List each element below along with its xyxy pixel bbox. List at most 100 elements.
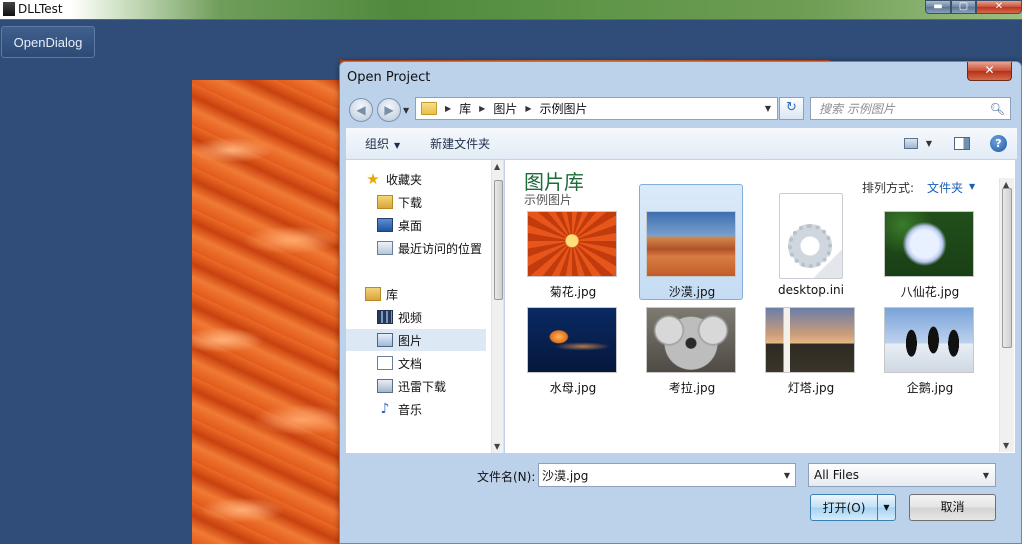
breadcrumb-item-sample-pictures[interactable]: 示例图片 [540,100,588,117]
nav-libraries-label: 库 [386,287,399,302]
file-name: 水母.jpg [549,381,597,395]
open-button[interactable]: 打开(O) ▼ [810,494,896,521]
scroll-down-icon[interactable]: ▼ [494,442,500,451]
search-icon[interactable]: 🔍︎ [990,102,1005,116]
folder-icon [421,102,437,115]
app-titlebar: DLLTest ▬ ▢ ✕ [0,0,1022,20]
nav-item-music[interactable]: ♪ 音乐 [377,398,503,420]
search-box[interactable]: 🔍︎ [810,97,1011,120]
scroll-thumb[interactable] [1002,188,1012,348]
file-thumbnail [527,307,617,373]
help-icon[interactable]: ? [990,135,1007,152]
chevron-right-icon[interactable]: ▶ [479,104,485,113]
chevron-right-icon[interactable]: ▶ [445,104,451,113]
nav-item-label: 迅雷下载 [398,379,447,394]
file-item-lighthouse[interactable]: 灯塔.jpg [758,280,862,396]
nav-favorites-label: 收藏夹 [386,172,423,187]
chevron-right-icon[interactable]: ▶ [525,104,531,113]
breadcrumb-item-library[interactable]: 库 [459,100,471,117]
star-icon: ★ [366,170,380,188]
forward-button[interactable]: ▶ [377,98,401,122]
nav-libraries[interactable]: 库 [365,283,503,305]
chevron-down-icon[interactable]: ▼ [983,471,989,480]
address-dropdown-icon[interactable]: ▼ [765,104,771,113]
file-name: 企鹅.jpg [906,381,954,395]
filename-input[interactable] [542,464,772,486]
filename-combobox[interactable]: ▼ [538,463,796,487]
chevron-down-icon[interactable]: ▼ [784,471,790,480]
view-dropdown-icon[interactable]: ▼ [926,139,932,148]
library-icon [365,287,381,301]
nav-item-documents[interactable]: 文档 [377,352,503,374]
file-view-scrollbar[interactable]: ▲ ▼ [999,178,1014,452]
nav-item-label: 图片 [398,333,423,348]
file-item-koala[interactable]: 考拉.jpg [639,280,743,396]
pictures-library-icon [377,333,393,347]
file-thumbnail [884,211,974,277]
file-item-penguins[interactable]: 企鹅.jpg [877,280,981,396]
open-options-chevron-icon[interactable]: ▼ [877,495,895,520]
file-name: 考拉.jpg [668,381,716,395]
history-dropdown-icon[interactable]: ▼ [403,106,409,115]
thunder-download-icon [377,379,393,393]
breadcrumb[interactable]: ▶ 库 ▶ 图片 ▶ 示例图片 ▼ [415,97,778,120]
scroll-up-icon[interactable]: ▲ [494,162,500,171]
file-thumbnail [646,307,736,373]
app-title: DLLTest [18,2,63,16]
toolbar-right-group: ▼ ? [903,135,1017,152]
recent-places-icon [377,241,393,255]
view-options-icon[interactable] [903,138,918,149]
window-controls: ▬ ▢ ✕ [925,0,1022,14]
download-folder-icon [377,195,393,209]
app-title-area: DLLTest [3,2,63,16]
nav-item-label: 桌面 [398,218,423,233]
nav-favorites[interactable]: ★ 收藏夹 [365,168,503,190]
dialog-close-button[interactable]: ✕ [967,62,1012,81]
new-folder-button[interactable]: 新建文件夹 [430,135,490,152]
organize-label: 组织 [365,137,390,151]
scroll-down-icon[interactable]: ▼ [1003,441,1009,450]
close-window-button[interactable]: ✕ [976,0,1022,14]
forward-arrow-icon: ▶ [384,103,394,117]
documents-library-icon [377,356,393,370]
dialog-title: Open Project [347,70,431,85]
back-button[interactable]: ◀ [349,98,373,122]
open-dialog-button[interactable]: OpenDialog [1,26,95,58]
navigation-pane: ★ 收藏夹 下载 桌面 最近访问的位置 库 视频 图片 文档 迅雷下载 ♪ 音乐… [346,160,504,453]
back-arrow-icon: ◀ [356,103,366,117]
nav-item-pictures[interactable]: 图片 [346,329,486,351]
file-thumbnail [884,307,974,373]
chevron-down-icon: ▼ [394,141,401,150]
organize-menu[interactable]: 组织 ▼ [365,135,400,152]
search-input[interactable] [819,101,989,116]
nav-item-downloads[interactable]: 下载 [377,191,503,213]
refresh-button[interactable]: ↻ [779,97,804,120]
nav-item-desktop[interactable]: 桌面 [377,214,503,236]
video-library-icon [377,310,393,324]
desktop-icon [377,218,393,232]
settings-file-icon [779,193,843,279]
nav-item-label: 文档 [398,356,423,371]
file-thumbnail [765,307,855,373]
nav-item-recent-places[interactable]: 最近访问的位置 [377,237,497,259]
file-item-jellyfish[interactable]: 水母.jpg [520,280,624,396]
nav-pane-scrollbar[interactable]: ▲ ▼ [491,160,503,453]
music-note-icon: ♪ [380,401,390,417]
file-thumbnail [527,211,617,277]
file-view: 图片库 示例图片 排列方式: 文件夹 ▼ 菊花.jpg 沙漠.jpg deskt… [505,160,1015,453]
breadcrumb-item-pictures[interactable]: 图片 [493,100,517,117]
nav-item-label: 下载 [398,195,423,210]
nav-item-label: 最近访问的位置 [398,241,483,256]
cancel-button[interactable]: 取消 [909,494,996,521]
minimize-button[interactable]: ▬ [925,0,951,14]
preview-pane-icon[interactable] [954,137,970,150]
open-button-label: 打开(O) [822,501,866,515]
nav-item-label: 音乐 [398,402,423,417]
nav-item-thunder-downloads[interactable]: 迅雷下载 [377,375,503,397]
app-icon [3,2,15,16]
file-type-filter[interactable]: All Files ▼ [808,463,996,487]
file-thumbnail [646,211,736,277]
scroll-thumb[interactable] [494,180,503,300]
nav-item-videos[interactable]: 视频 [377,306,503,328]
maximize-button[interactable]: ▢ [951,0,976,14]
